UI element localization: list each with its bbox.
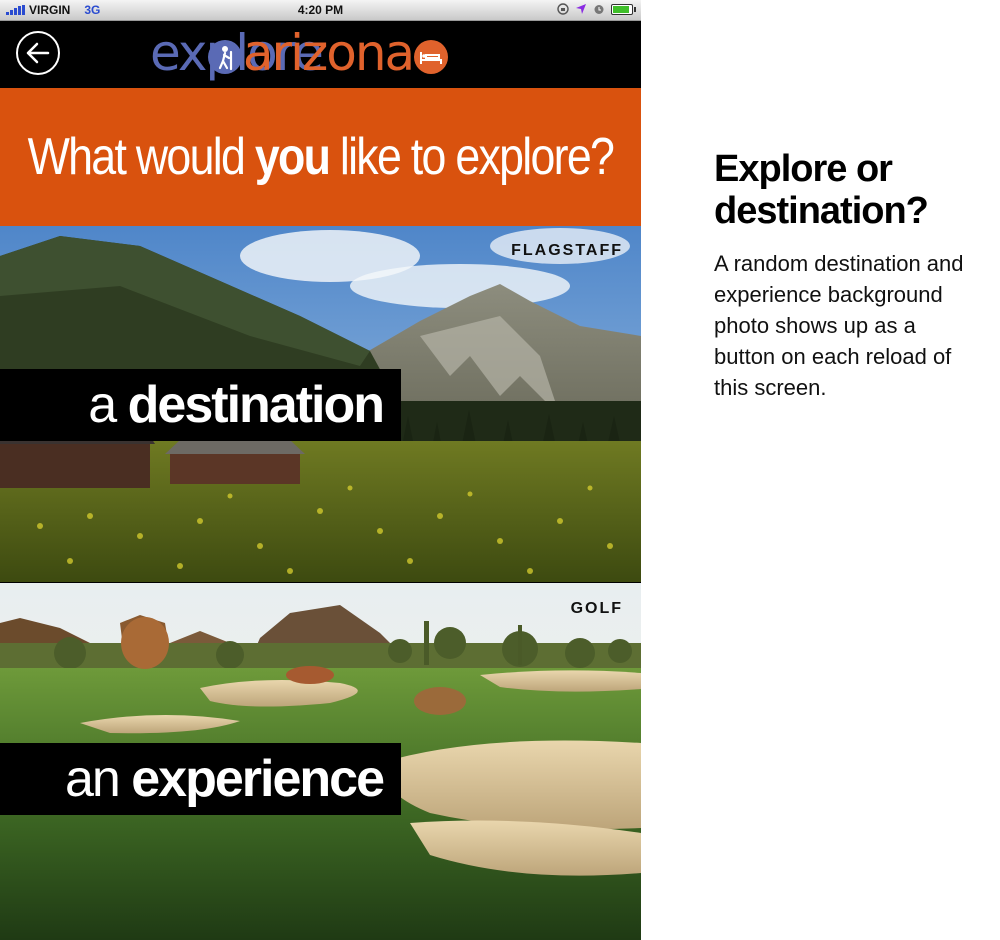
logo-arizona-text: arizona: [242, 24, 415, 82]
experience-tag: GOLF: [570, 600, 623, 617]
destination-label: a destination: [0, 369, 401, 441]
status-bar: VIRGIN 3G 4:20 PM: [0, 0, 641, 21]
location-arrow-icon: [576, 4, 586, 14]
question-text-end: like to explore?: [329, 128, 615, 186]
destination-word: destination: [127, 376, 385, 434]
destination-label-text: a destination: [88, 375, 385, 435]
annotation-description: A random destination and experience back…: [714, 251, 964, 400]
destination-button[interactable]: FLAGSTAFF a destination: [0, 226, 641, 582]
battery-icon: [611, 3, 636, 15]
experience-prefix: an: [64, 750, 132, 808]
experience-word: experience: [131, 750, 385, 808]
experience-label: an experience: [0, 743, 401, 815]
back-button[interactable]: [16, 31, 60, 75]
experience-button[interactable]: GOLF an experience: [0, 583, 641, 940]
hiker-icon: [207, 40, 242, 74]
lock-rotation-icon: [557, 3, 569, 15]
phone-screen: VIRGIN 3G 4:20 PM explore arizona Wha: [0, 0, 641, 940]
annotation-title: Explore or destination?: [714, 148, 929, 232]
explore-question-banner: What would you like to explore?: [0, 88, 641, 226]
back-arrow-icon: [26, 42, 50, 64]
question-text-bold: you: [254, 128, 331, 186]
bed-icon: [414, 40, 449, 74]
question-text-start: What would: [27, 128, 255, 186]
destination-prefix: a: [88, 376, 128, 434]
nav-bar: explore arizona: [0, 21, 641, 87]
status-icons: [557, 3, 636, 15]
experience-label-text: an experience: [64, 749, 385, 809]
alarm-icon: [594, 5, 604, 14]
status-time: 4:20 PM: [297, 3, 344, 17]
explore-question: What would you like to explore?: [27, 127, 615, 187]
destination-tag: FLAGSTAFF: [511, 242, 623, 259]
explore-arizona-logo: explore arizona: [150, 24, 449, 82]
